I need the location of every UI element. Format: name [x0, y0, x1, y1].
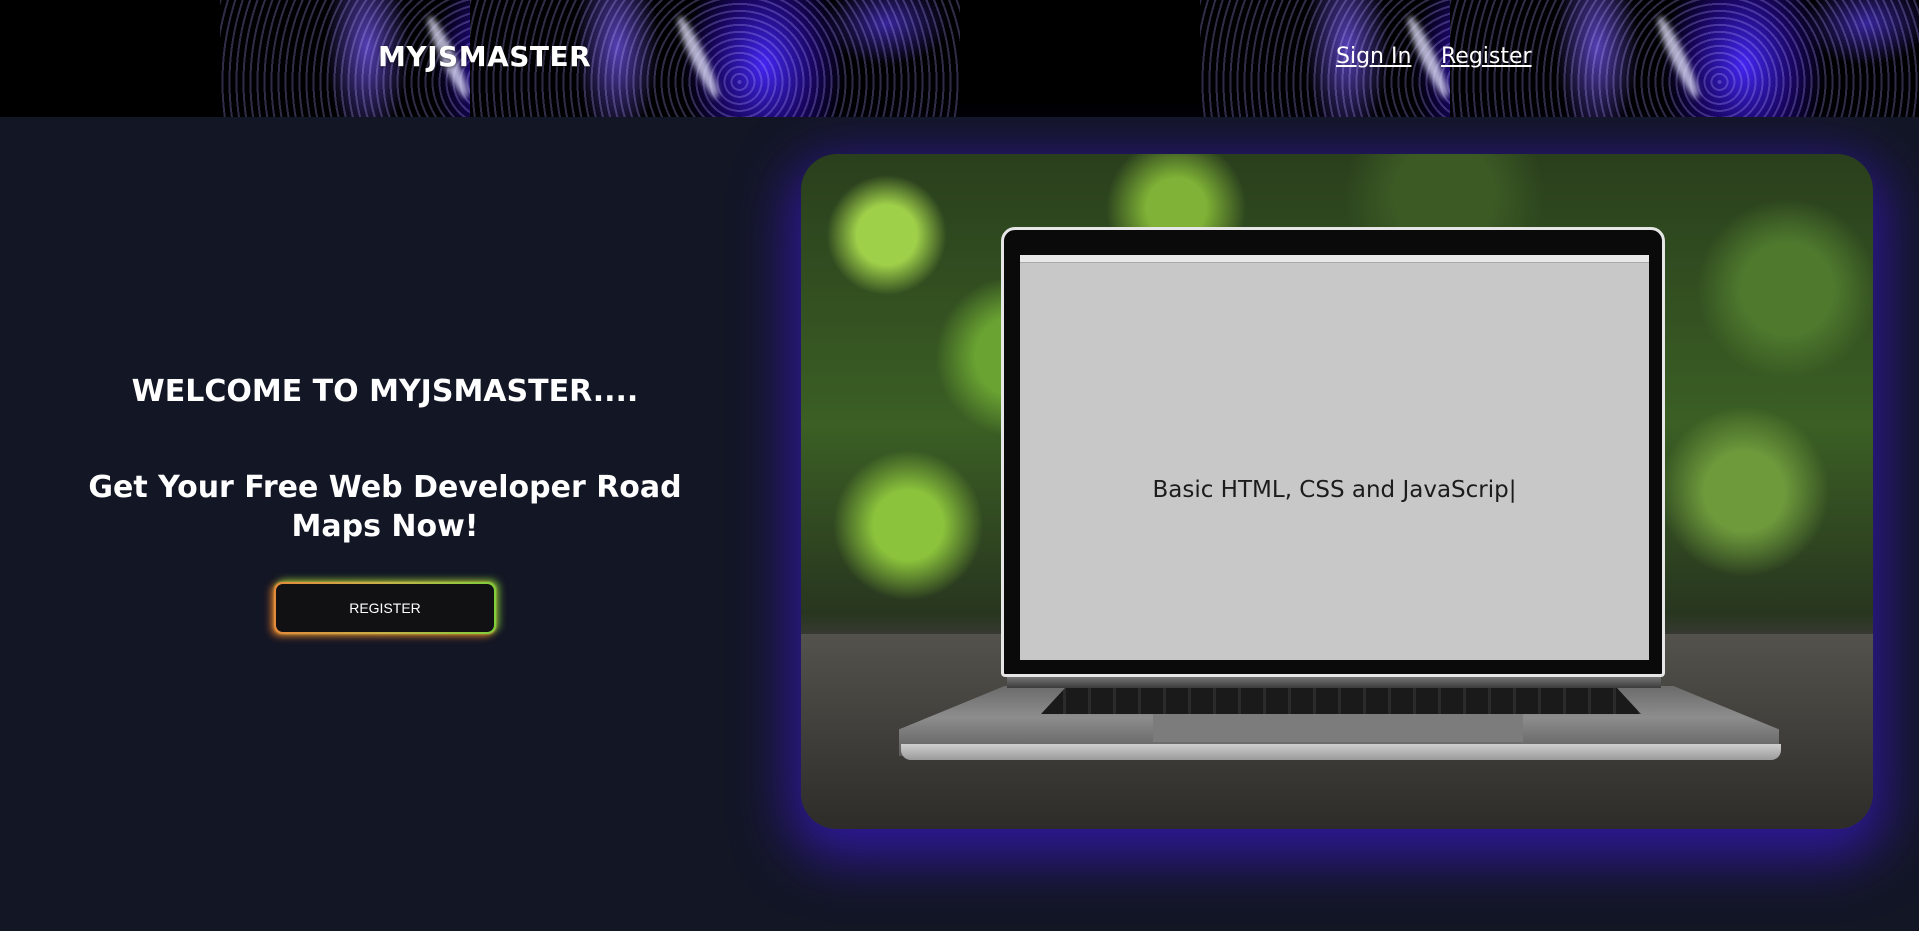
laptop-hinge: [1007, 676, 1661, 688]
laptop-screen: Basic HTML, CSS and JavaScrip|: [1020, 255, 1649, 660]
register-button[interactable]: REGISTER: [274, 582, 496, 634]
nav-register-link[interactable]: Register: [1441, 44, 1532, 69]
laptop-screen-menubar: [1020, 255, 1649, 263]
laptop-front-edge: [901, 744, 1781, 760]
site-header: MYJSMASTER Sign In Register: [0, 0, 1919, 117]
register-button-label: REGISTER: [349, 600, 421, 616]
laptop-trackpad: [1153, 714, 1523, 742]
hero-laptop-image: Basic HTML, CSS and JavaScrip|: [801, 154, 1873, 829]
brand-logo[interactable]: MYJSMASTER: [378, 40, 591, 73]
hero-subtitle: Get Your Free Web Developer Road Maps No…: [88, 470, 682, 544]
welcome-heading: WELCOME TO MYJSMASTER....: [131, 374, 639, 409]
laptop-lid: Basic HTML, CSS and JavaScrip|: [1001, 227, 1665, 677]
hero-text: WELCOME TO MYJSMASTER.... Get Your Free …: [40, 372, 730, 546]
nav-sign-in-link[interactable]: Sign In: [1336, 44, 1411, 69]
laptop-keyboard: [1041, 688, 1641, 714]
typewriter-text: Basic HTML, CSS and JavaScrip|: [1152, 477, 1517, 503]
